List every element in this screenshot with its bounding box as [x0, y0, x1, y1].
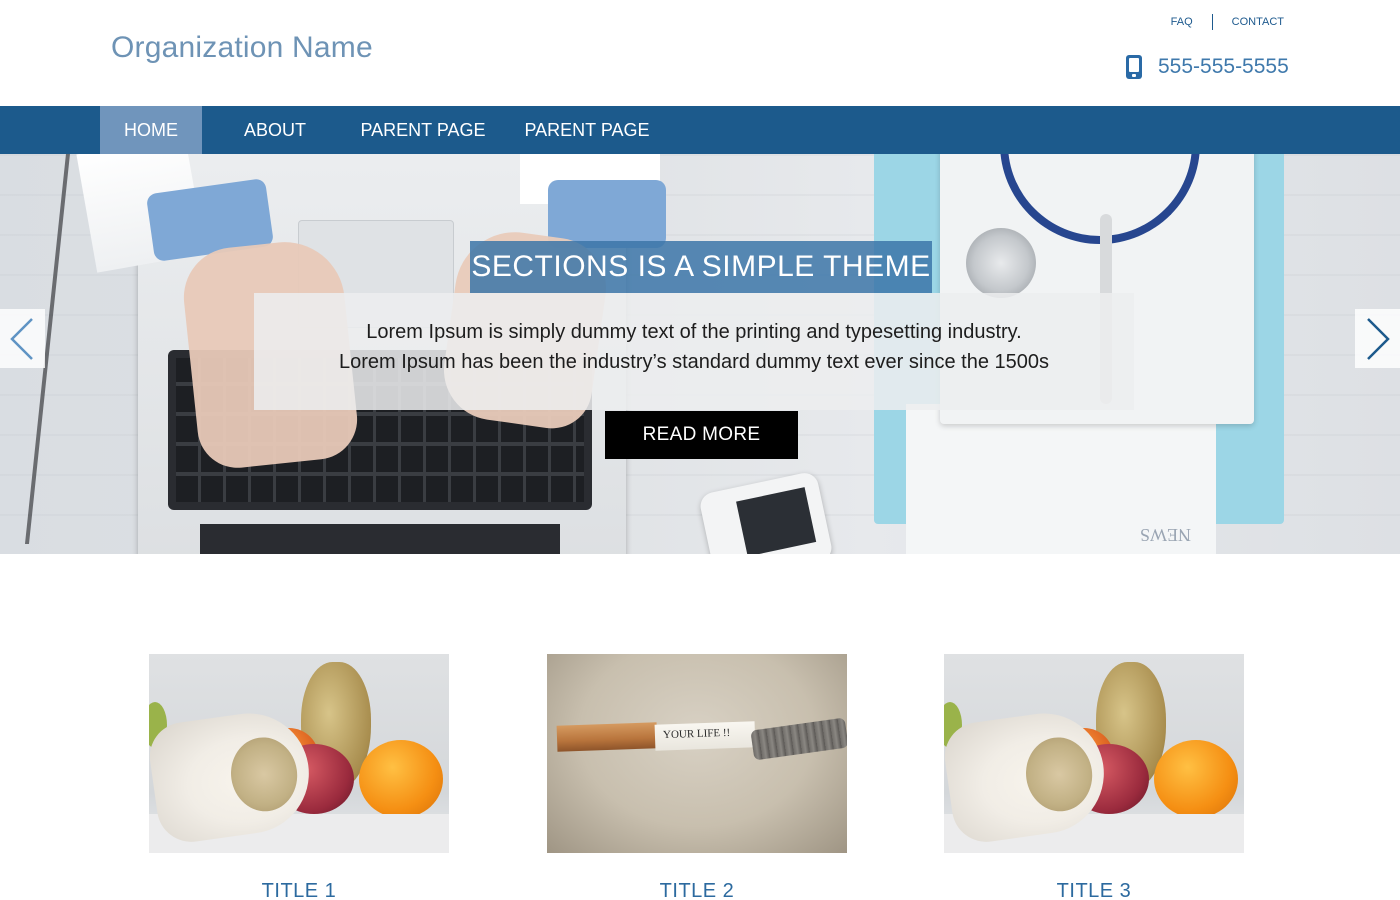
read-more-button[interactable]: READ MORE — [605, 411, 798, 459]
hero-title: SECTIONS IS A SIMPLE THEME — [470, 241, 932, 293]
card-3[interactable]: TITLE 3 — [944, 654, 1244, 900]
faq-link[interactable]: FAQ — [1171, 16, 1193, 28]
fruit-orange — [1154, 740, 1238, 818]
card-3-title[interactable]: TITLE 3 — [944, 880, 1244, 900]
hero-description-line-2: Lorem Ipsum has been the industry’s stan… — [338, 351, 1049, 373]
utility-links: FAQ CONTACT — [1171, 14, 1284, 30]
card-1-image[interactable] — [149, 654, 449, 853]
fruit-orange — [359, 740, 443, 818]
cigarette-ash — [750, 717, 847, 761]
mobile-phone-icon — [1126, 55, 1142, 79]
phone-number[interactable]: 555-555-5555 — [1158, 55, 1289, 79]
slider-prev-button[interactable] — [0, 309, 45, 368]
phone-contact: 555-555-5555 — [1126, 55, 1289, 79]
card-2-title[interactable]: TITLE 2 — [547, 880, 847, 900]
hero-slider: NEWS SECTIONS IS A SIMPLE THEME Lorem Ip… — [0, 154, 1400, 554]
chevron-left-icon — [10, 318, 33, 360]
card-2[interactable]: YOUR LIFE !! TITLE 2 — [547, 654, 847, 900]
card-3-image[interactable] — [944, 654, 1244, 853]
cigarette-text: YOUR LIFE !! — [662, 726, 731, 742]
card-1-title[interactable]: TITLE 1 — [149, 880, 449, 900]
card-2-image[interactable]: YOUR LIFE !! — [547, 654, 847, 853]
nav-item-about[interactable]: ABOUT — [230, 106, 320, 154]
stethoscope-chestpiece — [966, 228, 1036, 298]
card-1[interactable]: TITLE 1 — [149, 654, 449, 900]
nav-item-parent-page-1[interactable]: PARENT PAGE — [352, 106, 494, 154]
slider-next-button[interactable] — [1355, 309, 1400, 368]
link-divider — [1211, 14, 1213, 30]
shirt-cuff-right — [548, 180, 666, 248]
nav-item-parent-page-2[interactable]: PARENT PAGE — [516, 106, 658, 154]
laptop-hinge — [200, 524, 560, 554]
chevron-right-icon — [1367, 318, 1390, 360]
hero-description-line-1: Lorem Ipsum is simply dummy text of the … — [366, 321, 1022, 343]
nav-item-home[interactable]: HOME — [100, 106, 202, 154]
organization-name[interactable]: Organization Name — [111, 31, 373, 65]
main-navigation: HOME ABOUT PARENT PAGE PARENT PAGE — [0, 106, 1400, 154]
hero-description: Lorem Ipsum is simply dummy text of the … — [254, 293, 1134, 410]
contact-link[interactable]: CONTACT — [1232, 16, 1284, 28]
site-header: Organization Name FAQ CONTACT 555-555-55… — [0, 0, 1400, 106]
cigarette-filter — [556, 722, 658, 752]
newspaper-heading: NEWS — [1140, 525, 1191, 545]
